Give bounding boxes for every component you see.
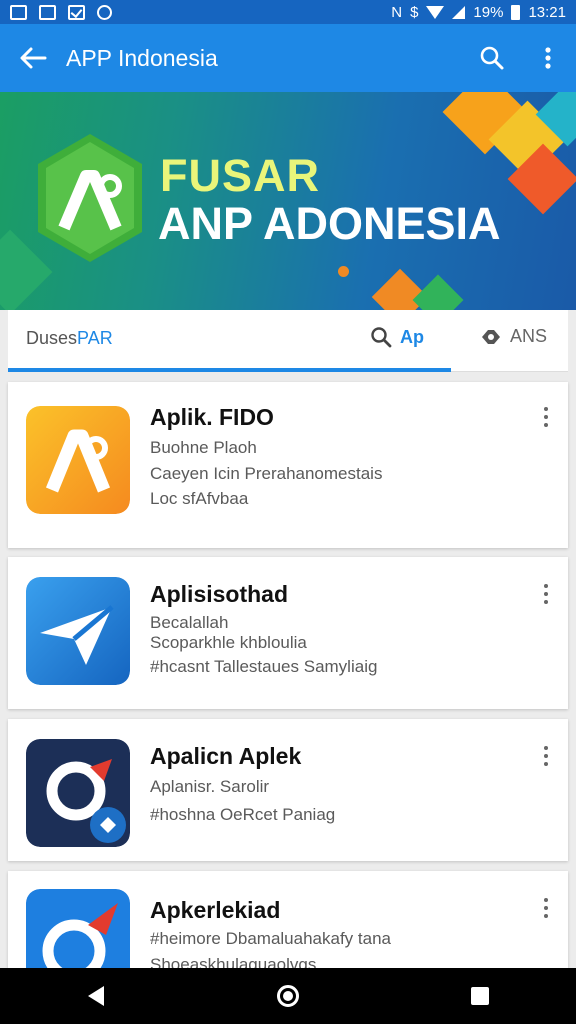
tab-indicator — [8, 368, 451, 372]
dollar-icon: $ — [410, 3, 419, 21]
tab-duses-accent: PAR — [77, 328, 113, 348]
status-bar: N $ 19% 13:21 — [0, 0, 576, 24]
card-more-button[interactable] — [534, 893, 558, 923]
banner-subheadline: ANP ADONESIA — [158, 198, 501, 249]
app-meta: #hcasnt Tallestaues Samyliaig — [150, 657, 378, 676]
tab-bar: DusesPAR Ap ANS — [8, 310, 568, 372]
app-logo-icon — [38, 134, 142, 262]
tab-search-label: Ap — [400, 326, 424, 347]
app-title: Aplik. FIDO — [150, 404, 274, 430]
more-vert-dot — [544, 754, 548, 758]
tab-search[interactable]: Ap — [370, 326, 424, 348]
banner-shape-green-bottom — [412, 274, 464, 310]
app-description: Caeyen Icin Prerahanomestais — [150, 464, 383, 483]
app-card[interactable]: Aplik. FIDO Buohne Plaoh Caeyen Icin Pre… — [8, 382, 568, 548]
more-vert-icon — [544, 584, 548, 588]
battery-percent: 19% — [473, 3, 504, 21]
app-meta: Shoeaskhulaguaolvgs — [150, 955, 317, 968]
more-vert-dot — [544, 914, 548, 918]
orbit-app-icon — [26, 739, 130, 847]
app-subtitle: Buohne Plaoh — [150, 438, 257, 457]
app-meta: #hoshna OeRcet Paniag — [150, 805, 336, 824]
search-icon — [371, 327, 392, 348]
nav-recents-button[interactable] — [450, 968, 510, 1024]
app-bar: APP Indonesia — [0, 24, 576, 92]
card-more-button[interactable] — [534, 579, 558, 609]
battery-icon — [511, 4, 521, 20]
arrow-left-icon — [20, 47, 47, 69]
app-description: #heimore Dbamaluahakafy tana — [150, 929, 391, 948]
banner-headline: FUSAR — [160, 150, 320, 201]
status-notification-icons — [10, 4, 112, 20]
card-more-button[interactable] — [534, 741, 558, 771]
app-subtitle: Becalallah — [150, 613, 229, 632]
tab-ans-label: ANS — [510, 326, 548, 346]
more-vert-icon — [545, 47, 551, 69]
app-title: Apalicn Aplek — [150, 743, 302, 769]
app-description: Scoparkhle khbloulia — [150, 633, 307, 652]
promo-banner[interactable]: FUSAR ANP ADONESIA — [0, 92, 576, 310]
gallery-icon — [39, 4, 56, 20]
app-meta: Loc sfAfvbaa — [150, 489, 249, 508]
more-vert-icon — [544, 407, 548, 411]
more-options-button[interactable] — [520, 24, 576, 92]
signal-icon — [452, 5, 466, 19]
home-circle-icon — [277, 985, 299, 1007]
app-bar-actions — [464, 24, 576, 92]
app-title: APP Indonesia — [66, 44, 218, 71]
back-button[interactable] — [0, 24, 66, 92]
tab-duses[interactable]: DusesPAR — [26, 328, 113, 349]
checkbox-icon — [68, 4, 85, 20]
image-icon — [10, 4, 27, 20]
more-vert-dot — [544, 600, 548, 604]
more-vert-dot — [544, 592, 548, 596]
system-nav-bar — [0, 968, 576, 1024]
card-more-button[interactable] — [534, 402, 558, 432]
more-vert-icon — [544, 898, 548, 902]
app-subtitle: Aplanisr. Sarolir — [150, 777, 270, 796]
paper-plane-app-icon — [26, 577, 130, 685]
status-system-icons: N $ 19% 13:21 — [391, 4, 566, 21]
app-card[interactable]: Aplisisothad Becalallah Scoparkhle khblo… — [8, 557, 568, 709]
more-vert-icon — [544, 746, 548, 750]
tab-ans[interactable]: ANS — [480, 326, 547, 347]
puzzle-icon — [482, 329, 500, 344]
nav-back-button[interactable] — [66, 968, 126, 1024]
app-card[interactable]: Apalicn Aplek Aplanisr. Sarolir #hoshna … — [8, 719, 568, 861]
more-vert-dot — [544, 906, 548, 910]
back-triangle-icon — [88, 986, 104, 1006]
orange-a-app-icon — [26, 406, 130, 514]
app-title: Aplisisothad — [150, 581, 289, 607]
app-card[interactable]: Apkerlekiad #heimore Dbamaluahakafy tana… — [8, 871, 568, 968]
nav-home-button[interactable] — [258, 968, 318, 1024]
sync-icon — [97, 4, 112, 20]
search-icon — [480, 46, 504, 70]
tab-duses-label: Duses — [26, 328, 78, 348]
recents-square-icon — [471, 987, 489, 1005]
wifi-icon — [426, 5, 445, 19]
rocket-app-icon — [26, 889, 130, 968]
app-title: Apkerlekiad — [150, 897, 281, 923]
more-vert-dot — [544, 762, 548, 766]
banner-orange-dot — [338, 266, 349, 277]
bluetooth-icon: N — [391, 3, 403, 21]
clock: 13:21 — [528, 3, 566, 21]
more-vert-dot — [544, 423, 548, 427]
search-button[interactable] — [464, 24, 520, 92]
more-vert-dot — [544, 415, 548, 419]
